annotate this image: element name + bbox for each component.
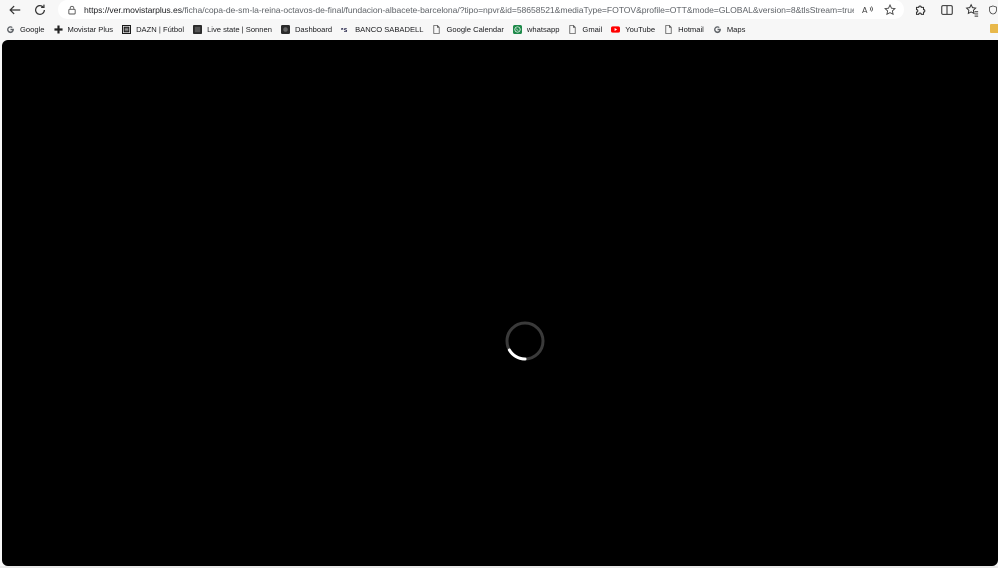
page-icon	[432, 24, 441, 34]
bookmark-sonnen[interactable]: Live state | Sonnen	[193, 21, 272, 37]
video-player[interactable]	[2, 40, 998, 566]
browser-essentials-button[interactable]	[988, 2, 998, 18]
bookmark-google[interactable]: Google	[6, 21, 45, 37]
favorites-button[interactable]	[964, 2, 980, 18]
bookmark-label: BANCO SABADELL	[355, 24, 424, 34]
page-icon	[568, 24, 577, 34]
google-icon	[713, 25, 722, 34]
bookmark-movistar-plus[interactable]: Movistar Plus	[53, 21, 114, 37]
bookmark-banco-sabadell[interactable]: ᴮS BANCO SABADELL	[341, 21, 423, 37]
split-screen-button[interactable]	[939, 2, 955, 18]
bookmark-label: DAZN | Fútbol	[136, 24, 185, 34]
favorite-button[interactable]	[882, 2, 898, 18]
svg-text:ᴮS: ᴮS	[341, 26, 348, 33]
bookmark-label: Google	[20, 24, 45, 34]
extensions-button[interactable]	[912, 2, 928, 18]
url-path: /ficha/copa-de-sm-la-reina-octavos-de-fi…	[182, 4, 854, 15]
whatsapp-icon	[512, 24, 522, 34]
url-text[interactable]: https://ver.movistarplus.es/ficha/copa-d…	[84, 5, 854, 15]
bookmark-folder-icon[interactable]	[990, 24, 998, 33]
svg-text:A: A	[862, 6, 868, 15]
sabadell-icon: ᴮS	[341, 25, 350, 34]
puzzle-icon	[915, 5, 926, 15]
browser-toolbar: https://ver.movistarplus.es/ficha/copa-d…	[0, 0, 998, 20]
google-icon	[6, 25, 15, 34]
bookmark-gmail[interactable]: Gmail	[568, 21, 602, 37]
bookmark-maps[interactable]: Maps	[713, 21, 746, 37]
bookmark-dazn[interactable]: DAZN | Fútbol	[122, 21, 184, 37]
browser-window: https://ver.movistarplus.es/ficha/copa-d…	[0, 0, 998, 568]
back-button[interactable]	[7, 2, 23, 18]
star-icon	[884, 4, 896, 16]
bookmark-youtube[interactable]: YouTube	[611, 21, 655, 37]
bookmark-label: Live state | Sonnen	[207, 24, 272, 34]
split-screen-icon	[941, 5, 953, 15]
bookmark-label: Dashboard	[294, 24, 333, 34]
bookmark-hotmail[interactable]: Hotmail	[664, 21, 704, 37]
bookmark-label: Maps	[726, 24, 746, 34]
heart-shield-icon	[989, 5, 997, 15]
plus-icon	[53, 24, 63, 34]
sonnen-icon	[193, 24, 203, 34]
dashboard-icon	[280, 24, 290, 34]
bookmark-label: Hotmail	[678, 24, 704, 34]
read-aloud-button[interactable]: A	[860, 2, 876, 18]
dazn-icon	[122, 24, 132, 34]
bookmark-label: Gmail	[582, 24, 603, 34]
bookmark-label: YouTube	[625, 24, 656, 34]
bookmark-label: whatsapp	[526, 24, 560, 34]
back-arrow-icon	[9, 5, 21, 15]
bookmarks-bar: Google Movistar Plus DAZN | Fútbol Live …	[0, 20, 998, 38]
youtube-icon	[611, 25, 621, 34]
bookmark-label: Movistar Plus	[67, 24, 114, 34]
bookmark-whatsapp[interactable]: whatsapp	[512, 21, 560, 37]
url-host: https://ver.movistarplus.es	[84, 4, 182, 15]
bookmark-label: Google Calendar	[446, 24, 504, 34]
lock-icon[interactable]	[66, 4, 78, 16]
favorites-star-icon	[965, 3, 979, 17]
loading-spinner-icon	[505, 321, 545, 361]
address-bar[interactable]: https://ver.movistarplus.es/ficha/copa-d…	[58, 0, 904, 19]
reload-button[interactable]	[32, 2, 48, 18]
reload-icon	[35, 4, 45, 15]
bookmark-dashboard[interactable]: Dashboard	[280, 21, 333, 37]
page-icon	[664, 24, 673, 34]
read-aloud-icon: A	[862, 6, 873, 15]
bookmark-google-calendar[interactable]: Google Calendar	[432, 21, 504, 37]
